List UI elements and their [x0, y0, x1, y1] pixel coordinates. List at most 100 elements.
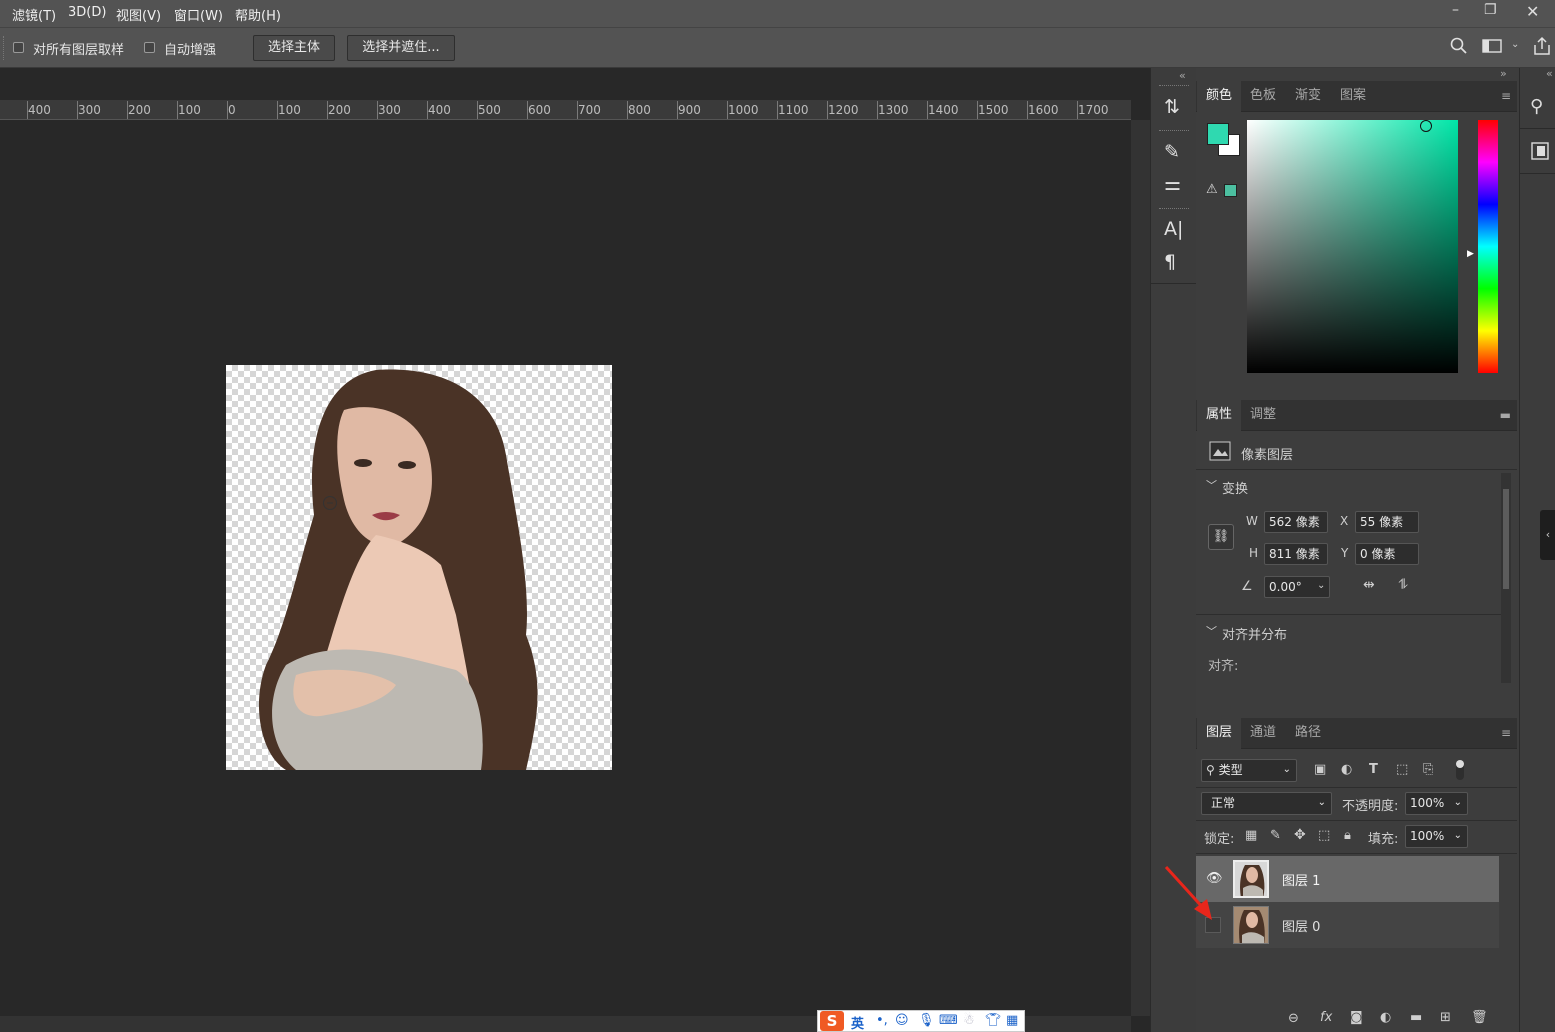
add-mask-icon[interactable]: ◙	[1350, 1010, 1363, 1025]
tab-patterns[interactable]: 图案	[1331, 81, 1375, 112]
panel-menu-icon[interactable]: ≡	[1501, 726, 1511, 740]
punctuation-icon[interactable]: •,	[876, 1013, 888, 1028]
lightbulb-icon[interactable]: ⚲	[1530, 96, 1543, 117]
menu-view[interactable]: 视图(V)	[116, 5, 161, 24]
collapse-icon[interactable]: «	[1546, 67, 1553, 80]
color-picker-marker[interactable]	[1420, 120, 1432, 132]
chevron-down-icon[interactable]: ⌄	[1511, 39, 1519, 50]
paragraph-icon[interactable]: ¶	[1164, 251, 1176, 273]
tab-gradients[interactable]: 渐变	[1286, 81, 1330, 112]
filter-smart-object-icon[interactable]: ⎘	[1423, 762, 1433, 777]
tab-swatches[interactable]: 色板	[1241, 81, 1285, 112]
ime-mode[interactable]: 英	[851, 1013, 864, 1032]
filter-adjustment-icon[interactable]: ◐	[1341, 762, 1352, 777]
menu-3d[interactable]: 3D(D)	[68, 5, 106, 20]
menu-window[interactable]: 窗口(W)	[174, 5, 223, 24]
w-label: W	[1246, 514, 1258, 528]
tab-properties[interactable]: 属性	[1197, 400, 1242, 431]
panel-expand-tab[interactable]: ‹	[1540, 510, 1555, 560]
blend-mode-select[interactable]: 正常 ⌄	[1201, 792, 1332, 815]
menu-help[interactable]: 帮助(H)	[235, 5, 281, 24]
brush-settings-icon[interactable]: ✎	[1164, 141, 1180, 163]
gamut-swatch[interactable]	[1224, 184, 1237, 197]
filter-type-icon[interactable]: T	[1369, 762, 1378, 777]
chevron-down-icon[interactable]: ⌄	[1317, 580, 1325, 591]
user-icon[interactable]: ☃	[963, 1013, 975, 1028]
search-icon[interactable]	[1450, 37, 1468, 59]
x-field[interactable]: 55 像素	[1355, 511, 1419, 533]
opacity-field[interactable]: 100% ⌄	[1405, 792, 1468, 815]
filter-toggle[interactable]	[1456, 760, 1464, 780]
panel-menu-icon[interactable]: ▬	[1500, 408, 1511, 422]
properties-scrollbar[interactable]	[1501, 473, 1511, 683]
workspace-icon[interactable]	[1482, 39, 1502, 57]
trash-icon[interactable]: 🗑︎	[1471, 1010, 1488, 1025]
minimize-icon[interactable]: –	[1452, 2, 1459, 18]
lock-position-icon[interactable]: ✥	[1294, 827, 1306, 843]
options-bar: 对所有图层取样 自动增强 选择主体 选择并遮住... ⌄	[0, 27, 1555, 68]
panels-column: » 颜色 色板 渐变 图案 ≡ ⚠ ▶ 属性 调整 ▬ 像素图层 ﹀ 变换 ⛓ …	[1196, 67, 1519, 1032]
lock-transparent-icon[interactable]: ▦	[1245, 828, 1257, 843]
skin-icon[interactable]: 👕︎	[985, 1013, 1002, 1028]
layer-name[interactable]: 图层 0	[1282, 916, 1320, 935]
height-field[interactable]: 811 像素	[1264, 543, 1328, 565]
history-icon[interactable]: ⇅	[1164, 96, 1180, 118]
microphone-icon[interactable]: 🎙︎	[918, 1013, 935, 1028]
search-icon: ⚲	[1206, 763, 1215, 777]
tab-layers[interactable]: 图层	[1197, 718, 1242, 749]
layer-row[interactable]: 👁︎ 图层 1	[1196, 856, 1499, 902]
fill-field[interactable]: 100% ⌄	[1405, 825, 1468, 848]
layer-row[interactable]: 图层 0	[1196, 902, 1499, 948]
foreground-color-swatch[interactable]	[1207, 123, 1229, 145]
filter-pixel-icon[interactable]: ▣	[1314, 762, 1326, 777]
tab-paths[interactable]: 路径	[1286, 718, 1330, 749]
document-canvas[interactable]	[226, 365, 612, 770]
chevron-down-icon[interactable]: ﹀	[1206, 477, 1217, 493]
emoji-icon[interactable]: ☺	[895, 1013, 909, 1028]
keyboard-icon[interactable]: ⌨	[939, 1013, 958, 1028]
libraries-icon[interactable]	[1531, 142, 1549, 164]
auto-enhance-checkbox[interactable]	[144, 42, 155, 53]
flip-vertical-icon[interactable]: ⥮	[1398, 577, 1408, 593]
new-layer-icon[interactable]: ⊞	[1440, 1010, 1451, 1025]
new-adjustment-icon[interactable]: ◐	[1380, 1010, 1391, 1025]
color-panel: ⚠ ▶	[1196, 113, 1517, 395]
transform-section-title[interactable]: 变换	[1222, 478, 1248, 497]
chevron-down-icon[interactable]: ﹀	[1206, 623, 1217, 639]
lock-artboard-icon[interactable]: ⬚	[1318, 828, 1330, 843]
hue-slider[interactable]	[1478, 120, 1498, 373]
layer-filter-select[interactable]: ⚲ 类型 ⌄	[1201, 759, 1297, 782]
flip-horizontal-icon[interactable]: ⇹	[1363, 577, 1375, 593]
close-icon[interactable]: ✕	[1526, 2, 1539, 21]
lock-all-icon[interactable]: 🔒︎	[1344, 828, 1351, 843]
layer-name[interactable]: 图层 1	[1282, 870, 1320, 889]
adjustments-icon[interactable]: ⚌	[1164, 173, 1181, 195]
collapse-icon[interactable]: «	[1179, 69, 1186, 82]
sample-all-layers-checkbox[interactable]	[13, 42, 24, 53]
panel-menu-icon[interactable]: ≡	[1501, 89, 1511, 103]
link-icon[interactable]: ⛓	[1208, 524, 1234, 550]
lock-pixels-icon[interactable]: ✎	[1270, 828, 1281, 843]
character-icon[interactable]: A|	[1164, 218, 1183, 240]
filter-shape-icon[interactable]: ⬚	[1396, 762, 1408, 777]
sogou-logo-icon[interactable]: S	[820, 1011, 844, 1031]
align-section-title[interactable]: 对齐并分布	[1222, 624, 1287, 643]
select-subject-button[interactable]: 选择主体	[253, 35, 335, 61]
color-field[interactable]	[1247, 120, 1458, 373]
menu-filter[interactable]: 滤镜(T)	[12, 5, 56, 24]
select-and-mask-button[interactable]: 选择并遮住...	[347, 35, 455, 61]
width-field[interactable]: 562 像素	[1264, 511, 1328, 533]
y-field[interactable]: 0 像素	[1355, 543, 1419, 565]
share-icon[interactable]	[1532, 36, 1552, 60]
tab-color[interactable]: 颜色	[1197, 81, 1242, 112]
hue-slider-handle[interactable]: ▶	[1467, 249, 1474, 259]
tab-adjustments[interactable]: 调整	[1241, 400, 1285, 431]
fx-icon[interactable]: fx	[1320, 1010, 1332, 1025]
vertical-scrollbar[interactable]	[1131, 120, 1150, 1016]
restore-icon[interactable]: ❐	[1484, 2, 1497, 18]
expand-icon[interactable]: »	[1500, 67, 1507, 80]
new-group-icon[interactable]: ▬	[1410, 1010, 1422, 1025]
tab-channels[interactable]: 通道	[1241, 718, 1285, 749]
toolbox-icon[interactable]: ▦	[1006, 1013, 1018, 1028]
link-layers-icon[interactable]: ⊖	[1288, 1011, 1299, 1026]
